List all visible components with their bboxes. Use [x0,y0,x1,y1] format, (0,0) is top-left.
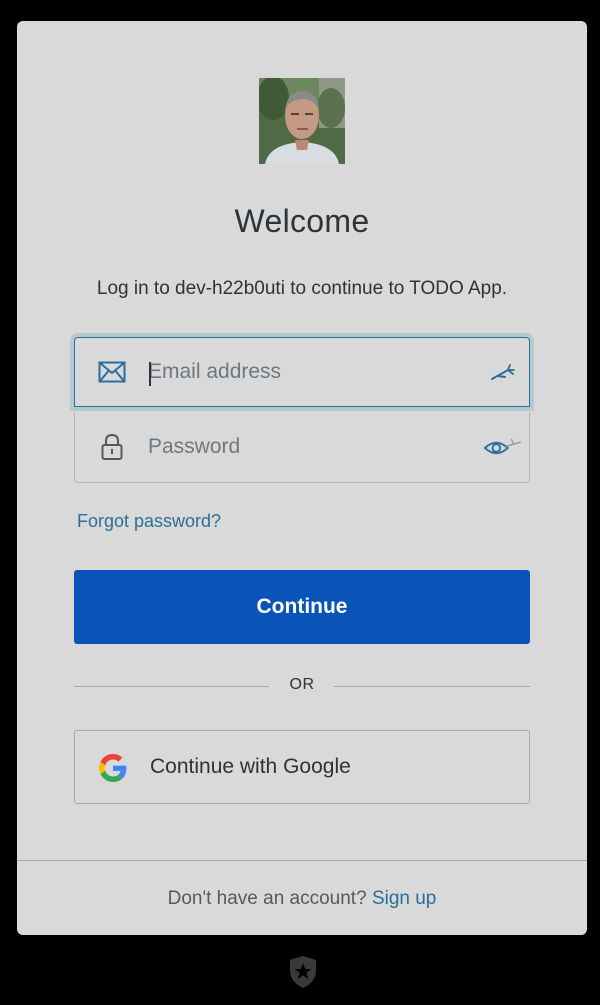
autofill-key-icon[interactable] [483,357,523,387]
google-g-icon [99,754,127,782]
forgot-password-link[interactable]: Forgot password? [77,511,221,532]
password-field[interactable] [74,412,530,483]
email-field[interactable] [74,337,530,407]
email-input[interactable] [148,338,478,406]
signup-link[interactable]: Sign up [372,888,436,909]
text-caret [149,362,151,386]
envelope-icon [97,357,127,387]
login-subtitle: Log in to dev-h22b0uti to continue to TO… [96,278,508,299]
signup-prompt-row: Don't have an account? Sign up [17,888,587,910]
avatar-image [259,78,345,164]
continue-button[interactable]: Continue [74,570,530,644]
google-button-label: Continue with Google [150,755,351,778]
or-label: OR [289,676,315,693]
signup-footer: Don't have an account? Sign up [17,860,587,935]
password-input[interactable] [148,412,478,482]
lock-icon [97,432,127,462]
page-title: Welcome [234,203,370,239]
login-card: Welcome Log in to dev-h22b0uti to contin… [17,21,587,935]
signup-prompt: Don't have an account? [167,888,367,909]
continue-with-google-button[interactable]: Continue with Google [74,730,530,804]
avatar [259,78,345,164]
or-divider: OR [74,675,530,699]
shield-star-icon [290,956,316,988]
eye-icon[interactable] [483,432,523,462]
divider-line-right [334,686,530,687]
